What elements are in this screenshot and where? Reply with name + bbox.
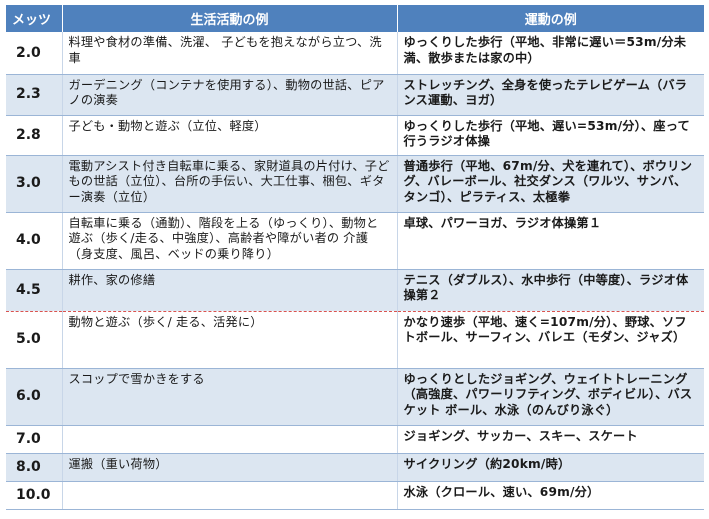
life-activity-cell: 料理や食材の準備、洗濯、 子どもを抱えながら立つ、洗車 — [62, 32, 398, 75]
exercise-cell: ストレッチング、全身を使ったテレビゲーム（バランス運動、ヨガ） — [397, 74, 704, 116]
table-row: 2.8 子ども・動物と遊ぶ（立位、軽度） ゆっくりした歩行（平地、遅い=53m/… — [6, 115, 704, 156]
exercise-cell: ゆっくりした歩行（平地、遅い=53m/分）、座って行うラジオ体操 — [397, 115, 704, 156]
life-activity-cell: 自転車に乗る（通勤）、階段を上る（ゆっくり）、動物と遊ぶ（歩く/走る、中強度）、… — [62, 212, 398, 270]
mets-value: 2.8 — [6, 115, 63, 156]
mets-value: 4.0 — [6, 212, 63, 270]
life-activity-cell: ガーデニング（コンテナを使用する）、動物の世話、ピアノの演奏 — [62, 74, 398, 116]
life-activity-cell: 子ども・動物と遊ぶ（立位、軽度） — [62, 115, 398, 156]
exercise-cell: 卓球、パワーヨガ、ラジオ体操第１ — [397, 212, 704, 270]
exercise-cell: かなり速歩（平地、速く=107m/分）、野球、ソフトボール、サーフィン、バレエ（… — [397, 311, 704, 369]
header-row: メッツ 生活活動の例 運動の例 — [6, 5, 704, 32]
mets-value: 2.3 — [6, 74, 63, 116]
exercise-cell: サイクリング（約20km/時） — [397, 453, 704, 482]
table-body: 2.0 料理や食材の準備、洗濯、 子どもを抱えながら立つ、洗車 ゆっくりした歩行… — [6, 32, 704, 510]
table-row: 3.0 電動アシスト付き自転車に乗る、家財道具の片付け、子どもの世話（立位）、台… — [6, 155, 704, 213]
mets-table-container: メッツ 生活活動の例 運動の例 2.0 料理や食材の準備、洗濯、 子どもを抱えな… — [6, 5, 704, 510]
exercise-cell: ゆっくりとしたジョギング、ウェイトトレーニング（高強度、パワーリフティング、ボデ… — [397, 368, 704, 426]
mets-value: 3.0 — [6, 155, 63, 213]
mets-value: 4.5 — [6, 269, 63, 312]
table-row: 2.0 料理や食材の準備、洗濯、 子どもを抱えながら立つ、洗車 ゆっくりした歩行… — [6, 32, 704, 75]
life-activity-cell: 運搬（重い荷物） — [62, 453, 398, 482]
exercise-cell: 水泳（クロール、速い、69m/分） — [397, 481, 704, 510]
table-row: 4.0 自転車に乗る（通勤）、階段を上る（ゆっくり）、動物と遊ぶ（歩く/走る、中… — [6, 212, 704, 270]
life-activity-cell: 動物と遊ぶ（歩く/ 走る、活発に） — [62, 311, 398, 369]
mets-value: 6.0 — [6, 368, 63, 426]
life-activity-cell: 電動アシスト付き自転車に乗る、家財道具の片付け、子どもの世話（立位）、台所の手伝… — [62, 155, 398, 213]
header-life-activity: 生活活動の例 — [62, 5, 398, 32]
table-row: 10.0 水泳（クロール、速い、69m/分） — [6, 481, 704, 510]
table-row: 7.0 ジョギング、サッカー、スキー、スケート — [6, 425, 704, 454]
header-exercise: 運動の例 — [397, 5, 704, 32]
exercise-cell: ジョギング、サッカー、スキー、スケート — [397, 425, 704, 454]
mets-value: 2.0 — [6, 32, 63, 75]
life-activity-cell: スコップで雪かきをする — [62, 368, 398, 426]
life-activity-cell — [62, 481, 398, 510]
life-activity-cell — [62, 425, 398, 454]
table-row: 5.0 動物と遊ぶ（歩く/ 走る、活発に） かなり速歩（平地、速く=107m/分… — [6, 311, 704, 369]
mets-value: 7.0 — [6, 425, 63, 454]
mets-value: 8.0 — [6, 453, 63, 482]
table-row: 2.3 ガーデニング（コンテナを使用する）、動物の世話、ピアノの演奏 ストレッチ… — [6, 74, 704, 116]
life-activity-cell: 耕作、家の修繕 — [62, 269, 398, 312]
table-header: メッツ 生活活動の例 運動の例 — [6, 5, 704, 32]
mets-value: 5.0 — [6, 311, 63, 369]
mets-value: 10.0 — [6, 481, 63, 510]
table-row: 8.0 運搬（重い荷物） サイクリング（約20km/時） — [6, 453, 704, 482]
exercise-cell: 普通歩行（平地、67m/分、犬を連れて）、ボウリング、バレーボール、社交ダンス（… — [397, 155, 704, 213]
exercise-cell: テニス（ダブルス）、水中歩行（中等度）、ラジオ体操第２ — [397, 269, 704, 312]
mets-table: メッツ 生活活動の例 運動の例 2.0 料理や食材の準備、洗濯、 子どもを抱えな… — [6, 5, 704, 510]
header-mets: メッツ — [6, 5, 63, 32]
table-row: 6.0 スコップで雪かきをする ゆっくりとしたジョギング、ウェイトトレーニング（… — [6, 368, 704, 426]
exercise-cell: ゆっくりした歩行（平地、非常に遅い＝53m/分未満、散歩または家の中） — [397, 32, 704, 75]
table-row: 4.5 耕作、家の修繕 テニス（ダブルス）、水中歩行（中等度）、ラジオ体操第２ — [6, 269, 704, 312]
